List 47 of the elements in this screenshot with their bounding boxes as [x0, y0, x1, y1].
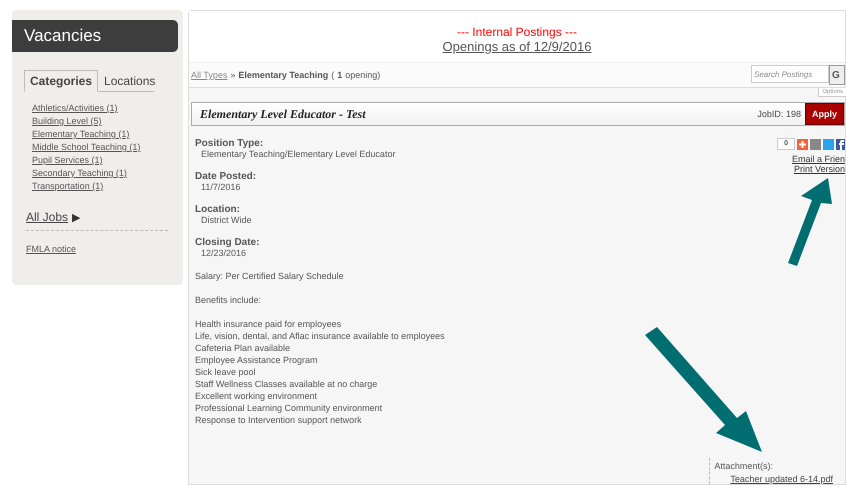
attachments-label: Attachment(s): [714, 460, 774, 472]
field-label: Date Posted: [195, 171, 258, 182]
benefit-item: Professional Learning Community environment [195, 402, 384, 414]
benefit-item: Excellent working environment [195, 390, 318, 402]
breadcrumb: All Types » Elementary Teaching ( 1 opening) [191, 70, 380, 80]
job-title: Elementary Level Educator - Test [199, 106, 366, 122]
openings-heading: Openings as of 12/9/2016 [442, 39, 592, 54]
banner-text: --- Internal Postings --- [456, 25, 578, 39]
field-value: Elementary Teaching/Elementary Level Educator [200, 149, 396, 159]
category-link[interactable]: Transportation (1) [32, 180, 183, 192]
facebook-share-icon[interactable] [836, 138, 845, 150]
benefit-item: Health insurance paid for employees [195, 318, 342, 330]
benefit-item: Life, vision, dental, and Aflac insurance available to employees [195, 330, 445, 342]
triangle-icon: ▶ [72, 210, 80, 224]
benefit-item: Response to Intervention support network [195, 414, 363, 426]
category-link[interactable]: Secondary Teaching (1) [32, 167, 183, 179]
search-field[interactable]: Search Postings [751, 65, 829, 83]
benefit-item: Employee Assistance Program [195, 354, 319, 366]
field-value: 12/23/2016 [200, 248, 248, 258]
category-link[interactable]: Elementary Teaching (1) [32, 128, 183, 140]
category-tab[interactable]: Categories [24, 70, 98, 92]
benefit-item: Cafeteria Plan available [195, 342, 292, 354]
field-label: Position Type: [195, 138, 264, 149]
sidebar-title: Vacancies [12, 20, 178, 52]
salary-text: Salary: Per Certified Salary Schedule [195, 270, 345, 282]
share-link[interactable]: Email a Frien [792, 154, 845, 164]
notice-link[interactable]: FMLA notice [26, 244, 76, 254]
category-tab[interactable]: Locations [98, 70, 162, 92]
plus-share-icon[interactable] [797, 138, 808, 150]
field-label: Location: [195, 204, 241, 215]
field-value: District Wide [200, 215, 253, 225]
category-link[interactable]: Middle School Teaching (1) [32, 141, 183, 153]
benefits-heading: Benefits include: [195, 294, 262, 306]
attachment-link[interactable]: Teacher updated 6-14.pdf [714, 474, 833, 484]
apply-button[interactable]: Apply [804, 103, 844, 125]
all-jobs-link[interactable]: All Jobs [26, 210, 68, 224]
benefit-item: Staff Wellness Classes available at no charge [195, 378, 378, 390]
breadcrumb-link[interactable]: All Types [191, 70, 228, 80]
benefit-item: Sick leave pool [195, 366, 257, 378]
category-link[interactable]: Building Level (5) [32, 115, 183, 127]
go-button[interactable]: G [829, 65, 845, 85]
job-id: JobID: 198 [757, 109, 801, 119]
share-link[interactable]: Print Version [794, 164, 845, 174]
field-label: Closing Date: [195, 237, 260, 248]
field-value: 11/7/2016 [200, 182, 242, 192]
category-link[interactable]: Athletics/Activities (1) [32, 102, 183, 114]
category-link[interactable]: Pupil Services (1) [32, 154, 183, 166]
